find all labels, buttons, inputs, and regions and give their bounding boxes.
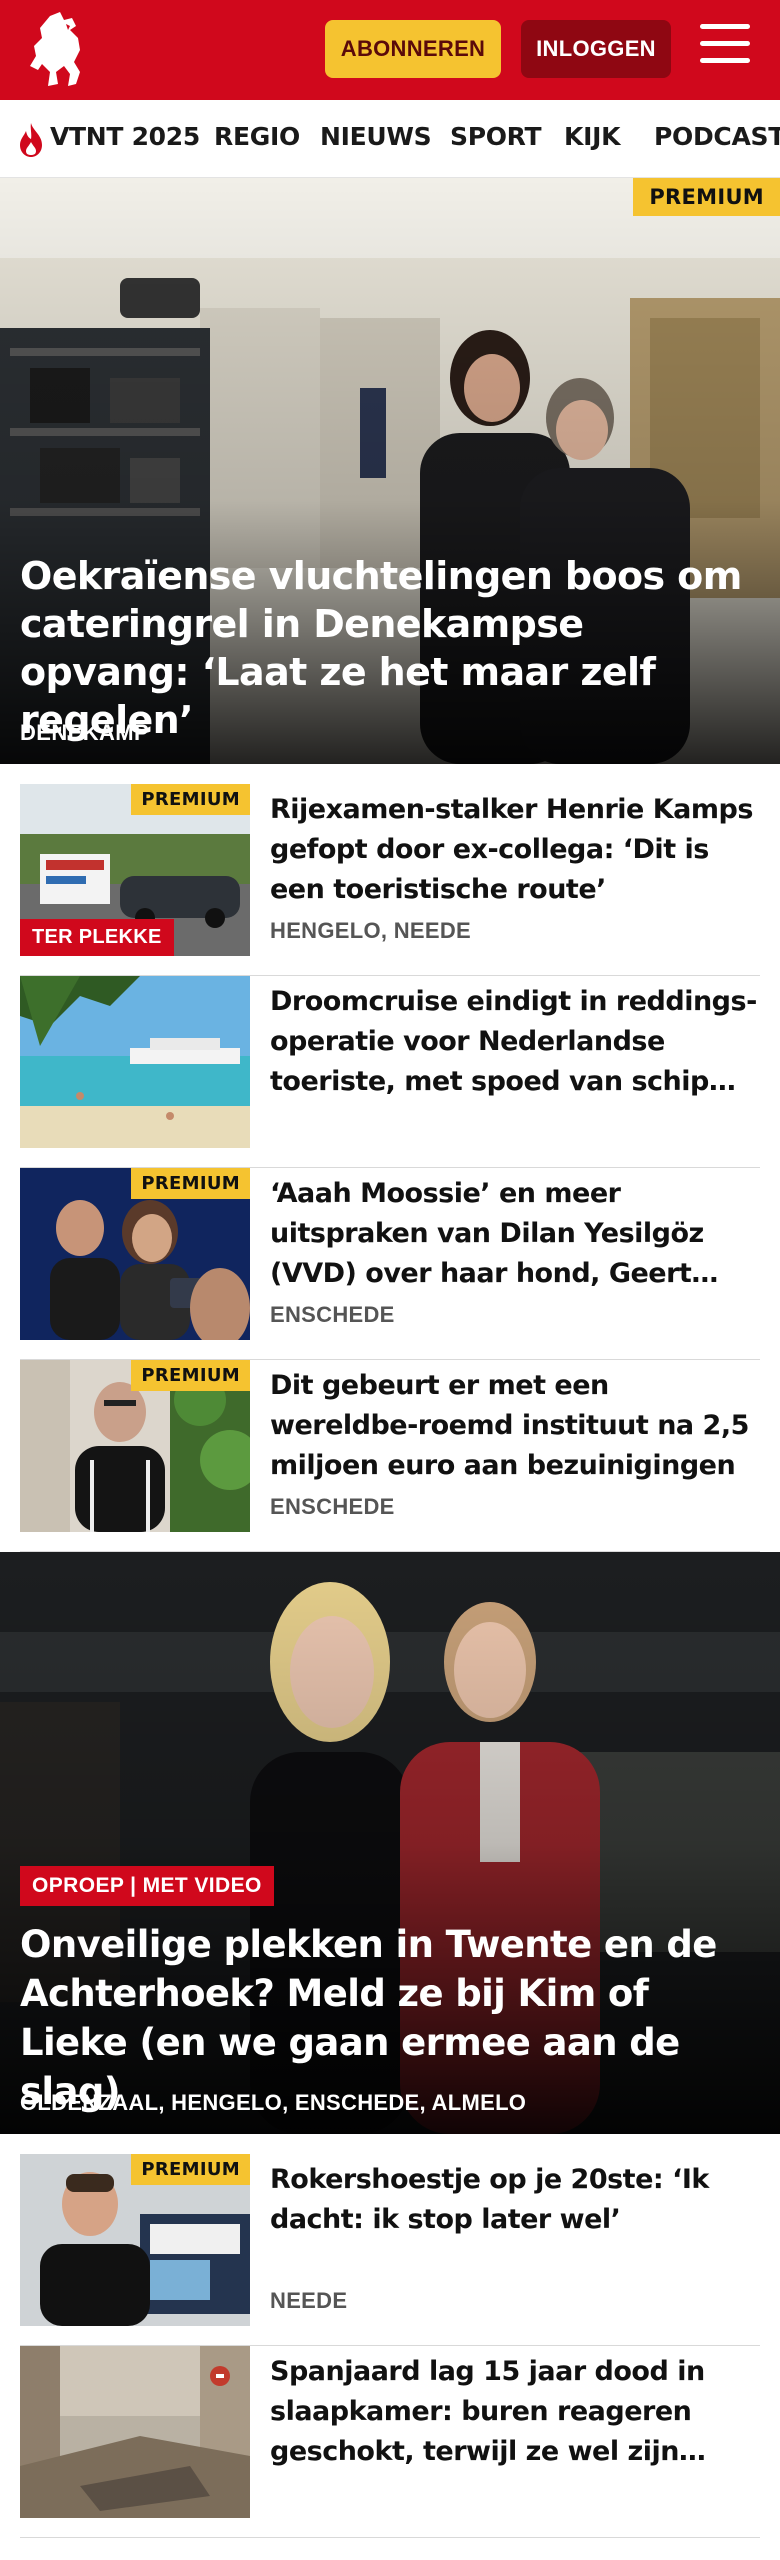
premium-badge: PREMIUM <box>633 178 780 216</box>
article-headline[interactable]: Dit gebeurt er met een wereldbe-roemd in… <box>270 1366 760 1486</box>
article-item[interactable]: PREMIUM ‘Aaah Moossie’ en meer uitsprake… <box>20 1168 760 1360</box>
hero-headline[interactable]: Oekraïense vluchtelingen boos om caterin… <box>20 552 760 744</box>
article-item[interactable]: PREMIUM Dit gebeurt er met een wereldbe-… <box>20 1360 760 1552</box>
article-headline[interactable]: Rokershoestje op je 20ste: ‘Ik dacht: ik… <box>270 2160 760 2240</box>
premium-badge: PREMIUM <box>131 2154 250 2185</box>
premium-badge: PREMIUM <box>131 784 250 815</box>
premium-badge: PREMIUM <box>131 1168 250 1199</box>
subscribe-button[interactable]: ABONNEREN <box>325 20 501 78</box>
article-thumbnail: PREMIUM TER PLEKKE <box>20 784 250 956</box>
nav-item-nieuws[interactable]: NIEUWS <box>320 122 432 151</box>
article-thumbnail: PREMIUM <box>20 2154 250 2326</box>
nav-item-podcast[interactable]: PODCAST <box>654 122 780 151</box>
feature-article[interactable]: OPROEP | MET VIDEO Onveilige plekken in … <box>0 1552 780 2134</box>
hero-article[interactable]: PREMIUM Oekraïense vluchtelingen boos om… <box>0 178 780 764</box>
article-item[interactable]: PREMIUM Rokershoestje op je 20ste: ‘Ik d… <box>20 2154 760 2346</box>
nav-item-sport[interactable]: SPORT <box>450 122 542 151</box>
nav-item-regio[interactable]: REGIO <box>214 122 300 151</box>
article-location: NEEDE <box>270 2288 348 2313</box>
article-item[interactable]: Spanjaard lag 15 jaar dood in slaapkamer… <box>20 2346 760 2538</box>
oproep-video-badge: OPROEP | MET VIDEO <box>20 1866 274 1906</box>
article-thumbnail <box>20 2346 250 2518</box>
article-thumbnail: PREMIUM <box>20 1168 250 1340</box>
article-thumbnail <box>20 976 250 1148</box>
nav-item-kijk[interactable]: KIJK <box>564 122 620 151</box>
article-item[interactable]: Droomcruise eindigt in reddings-operatie… <box>20 976 760 1168</box>
feature-headline[interactable]: Onveilige plekken in Twente en de Achter… <box>20 1920 760 2116</box>
article-headline[interactable]: Spanjaard lag 15 jaar dood in slaapkamer… <box>270 2352 760 2472</box>
article-item[interactable]: PREMIUM TER PLEKKE Rijexamen-stalker Hen… <box>20 784 760 976</box>
article-headline[interactable]: ‘Aaah Moossie’ en meer uitspraken van Di… <box>270 1174 760 1294</box>
ter-plekke-badge: TER PLEKKE <box>20 919 174 956</box>
article-location: HENGELO, NEEDE <box>270 918 472 943</box>
hero-location: DENEKAMP <box>20 720 150 745</box>
feature-location: OLDENZAAL, HENGELO, ENSCHEDE, ALMELO <box>20 2090 527 2115</box>
premium-badge: PREMIUM <box>131 1360 250 1391</box>
article-headline[interactable]: Droomcruise eindigt in reddings-operatie… <box>270 982 760 1102</box>
article-location: ENSCHEDE <box>270 1302 395 1327</box>
login-button[interactable]: INLOGGEN <box>521 20 671 78</box>
article-thumbnail: PREMIUM <box>20 1360 250 1532</box>
article-headline[interactable]: Rijexamen-stalker Henrie Kamps gefopt do… <box>270 790 760 910</box>
hamburger-menu-icon[interactable] <box>700 24 752 70</box>
nav-item-vtnt-2025[interactable]: VTNT 2025 <box>50 122 200 151</box>
site-header: ABONNEREN INLOGGEN <box>0 0 780 100</box>
horse-logo-icon[interactable] <box>20 10 104 90</box>
flame-icon <box>16 122 46 158</box>
article-location: ENSCHEDE <box>270 1494 395 1519</box>
main-nav: VTNT 2025 REGIO NIEUWS SPORT KIJK PODCAS… <box>0 100 780 178</box>
